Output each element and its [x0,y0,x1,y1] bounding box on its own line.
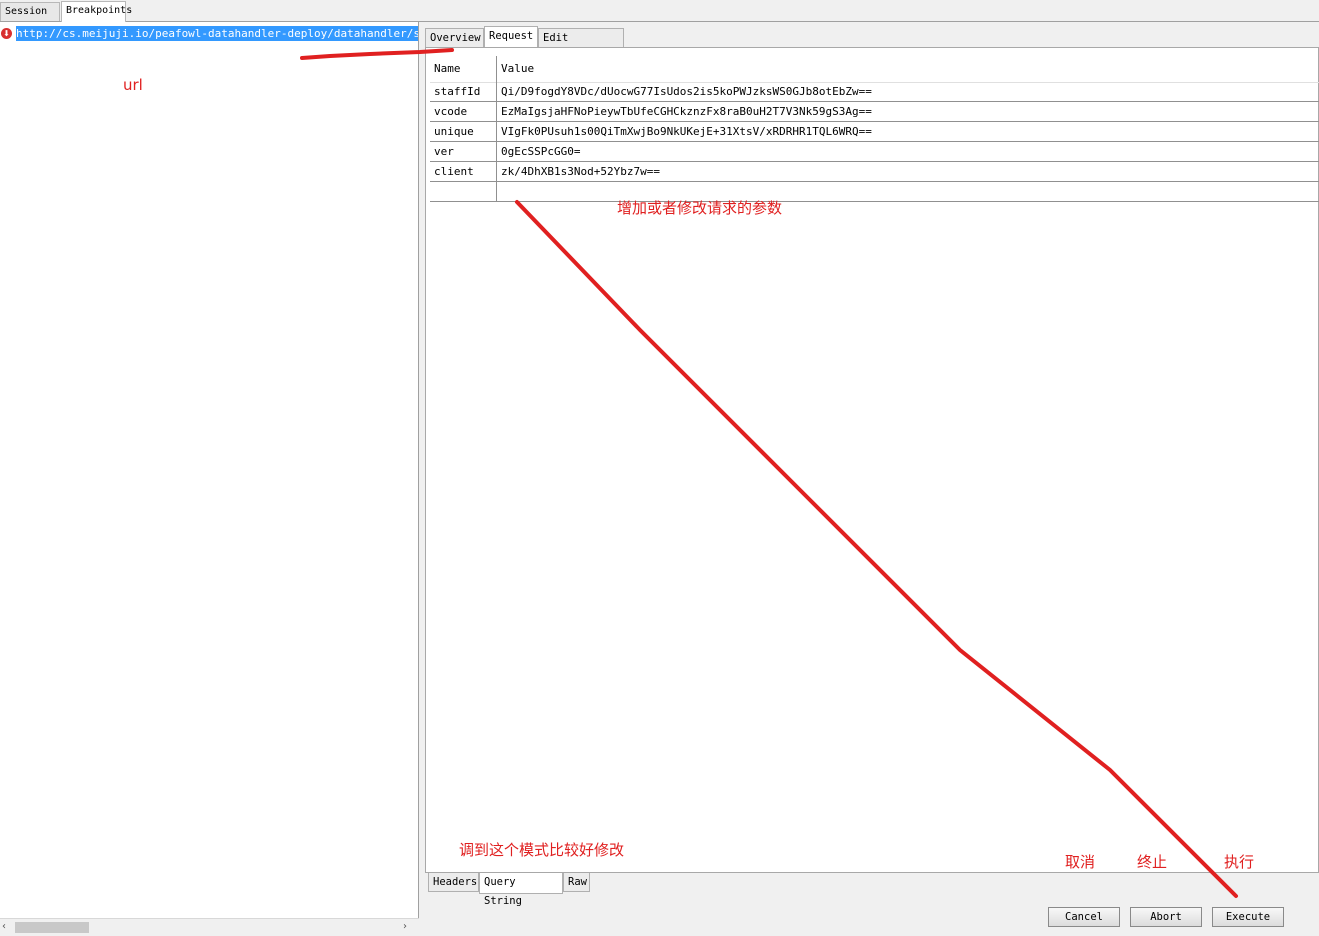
column-header-name[interactable]: Name [434,59,496,78]
column-header-value[interactable]: Value [501,59,1316,78]
params-header-row: Name Value [430,56,1319,83]
param-name[interactable]: ver [434,142,496,161]
tab-edit-response[interactable]: Edit Response [538,28,624,63]
annotation-mode-note: 调到这个模式比较好修改 [459,841,625,859]
param-row[interactable]: vcode EzMaIgsjaHFNoPieywTbUfeCGHCkznzFx8… [430,102,1319,122]
breakpoint-url-item[interactable]: http://cs.meijuji.io/peafowl-datahandler… [16,26,418,41]
session-tab-bar: Session 1 * Breakpoints [0,0,1319,35]
param-value[interactable]: EzMaIgsjaHFNoPieywTbUfeCGHCkznzFx8raB0uH… [501,102,1316,121]
param-name[interactable]: staffId [434,82,496,101]
param-name-empty[interactable] [434,182,496,201]
param-row[interactable]: client zk/4DhXB1s3Nod+52Ybz7w== [430,162,1319,182]
param-value[interactable]: zk/4DhXB1s3Nod+52Ybz7w== [501,162,1316,181]
tab-request[interactable]: Request [484,26,538,48]
param-row-new[interactable] [430,182,1319,202]
execute-button[interactable]: Execute [1212,907,1284,927]
tab-headers[interactable]: Headers [428,873,479,892]
tab-session-1[interactable]: Session 1 * [0,2,60,35]
annotation-abort-note: 终止 [1137,853,1168,871]
annotation-url: url [123,76,143,94]
param-name[interactable]: unique [434,122,496,141]
param-value[interactable]: VIgFk0PUsuh1s00QiTmXwjBo9NkUKejE+31XtsV/… [501,122,1316,141]
tab-breakpoints[interactable]: Breakpoints [61,1,132,22]
scrollbar-thumb[interactable] [15,922,89,933]
param-name[interactable]: vcode [434,102,496,121]
annotation-cancel-note: 取消 [1065,853,1096,871]
tab-overview[interactable]: Overview [425,28,484,47]
param-value[interactable]: 0gEcSSPcGG0= [501,142,1316,161]
param-value[interactable]: Qi/D9fogdY8VDc/dUocwG77IsUdos2is5koPWJzk… [501,82,1316,101]
annotation-execute-note: 执行 [1224,853,1255,871]
breakpoint-detail-panel: Overview Request Edit Response Name Valu… [422,22,1319,936]
param-row[interactable]: ver 0gEcSSPcGG0= [430,142,1319,162]
annotation-params-note: 增加或者修改请求的参数 [617,199,783,217]
scroll-left-arrow-icon[interactable]: ‹ [2,921,14,933]
tab-query-string[interactable]: Query String [479,873,563,907]
param-row[interactable]: unique VIgFk0PUsuh1s00QiTmXwjBo9NkUKejE+… [430,122,1319,142]
request-params-area: Name Value staffId Qi/D9fogdY8VDc/dUocwG… [425,47,1319,873]
cancel-button[interactable]: Cancel [1048,907,1120,927]
breakpoint-icon: ⬇ [1,28,12,39]
params-table: Name Value staffId Qi/D9fogdY8VDc/dUocwG… [430,56,1319,216]
abort-button[interactable]: Abort [1130,907,1202,927]
param-name[interactable]: client [434,162,496,181]
param-row[interactable]: staffId Qi/D9fogdY8VDc/dUocwG77IsUdos2is… [430,82,1319,102]
horizontal-scrollbar[interactable]: ‹ › [0,918,419,936]
scroll-right-arrow-icon[interactable]: › [403,921,415,933]
tab-raw[interactable]: Raw [563,873,590,892]
breakpoint-list-panel: ⬇ http://cs.meijuji.io/peafowl-datahandl… [0,22,419,936]
